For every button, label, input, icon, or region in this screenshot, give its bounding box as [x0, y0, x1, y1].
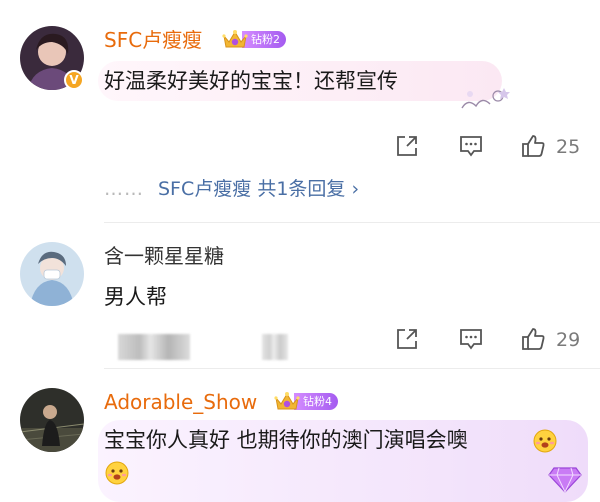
fan-badge: 钻粉4 [274, 391, 338, 411]
comment-text: 宝宝你人真好 也期待你的澳门演唱会噢 [104, 428, 468, 452]
emoji-icon [533, 429, 557, 453]
thumbs-up-icon[interactable] [520, 326, 546, 352]
comment-icon[interactable] [458, 133, 484, 159]
diamond-icon [548, 467, 582, 494]
crown-icon [274, 392, 300, 410]
fan-badge-label: 钻粉4 [294, 392, 338, 410]
share-icon[interactable] [394, 133, 420, 159]
comment-item: V SFC卢瘦瘦 钻粉2 好温柔好美好的宝宝！还帮宣传 25 …… SFC卢瘦瘦… [0, 0, 600, 222]
comment-username[interactable]: SFC卢瘦瘦 [104, 27, 202, 53]
like-count: 29 [556, 329, 581, 351]
avatar[interactable] [20, 242, 84, 306]
comment-text: 男人帮 [104, 285, 167, 309]
comment-icon[interactable] [458, 326, 484, 352]
reply-summary-link[interactable]: …… SFC卢瘦瘦 共1条回复 › [104, 176, 359, 202]
sticker-decoration-icon [461, 88, 510, 109]
like-count: 25 [556, 136, 581, 158]
chevron-right-icon: › [351, 178, 360, 200]
reply-dots: …… [104, 178, 144, 200]
fan-badge: 钻粉2 [222, 29, 286, 49]
comment-username[interactable]: 含一颗星星糖 [104, 243, 224, 269]
reply-count[interactable]: 共1条回复 [257, 178, 345, 200]
reply-user[interactable]: SFC卢瘦瘦 [158, 178, 251, 200]
verified-badge-icon: V [64, 70, 84, 90]
avatar[interactable] [20, 388, 84, 452]
emoji-icon [105, 461, 129, 485]
fan-badge-label: 钻粉2 [242, 30, 286, 48]
comment-item: 含一颗星星糖 男人帮 29 [0, 222, 600, 366]
comment-username[interactable]: Adorable_Show [104, 389, 257, 415]
crown-icon [222, 30, 248, 48]
comment-item: Adorable_Show 钻粉4 宝宝你人真好 也期待你的澳门演唱会噢 [0, 368, 600, 502]
share-icon[interactable] [394, 326, 420, 352]
comment-actions: 25 [0, 133, 600, 163]
thumbs-up-icon[interactable] [520, 133, 546, 159]
comment-text: 好温柔好美好的宝宝！还帮宣传 [104, 69, 398, 93]
comment-actions: 29 [0, 326, 600, 356]
